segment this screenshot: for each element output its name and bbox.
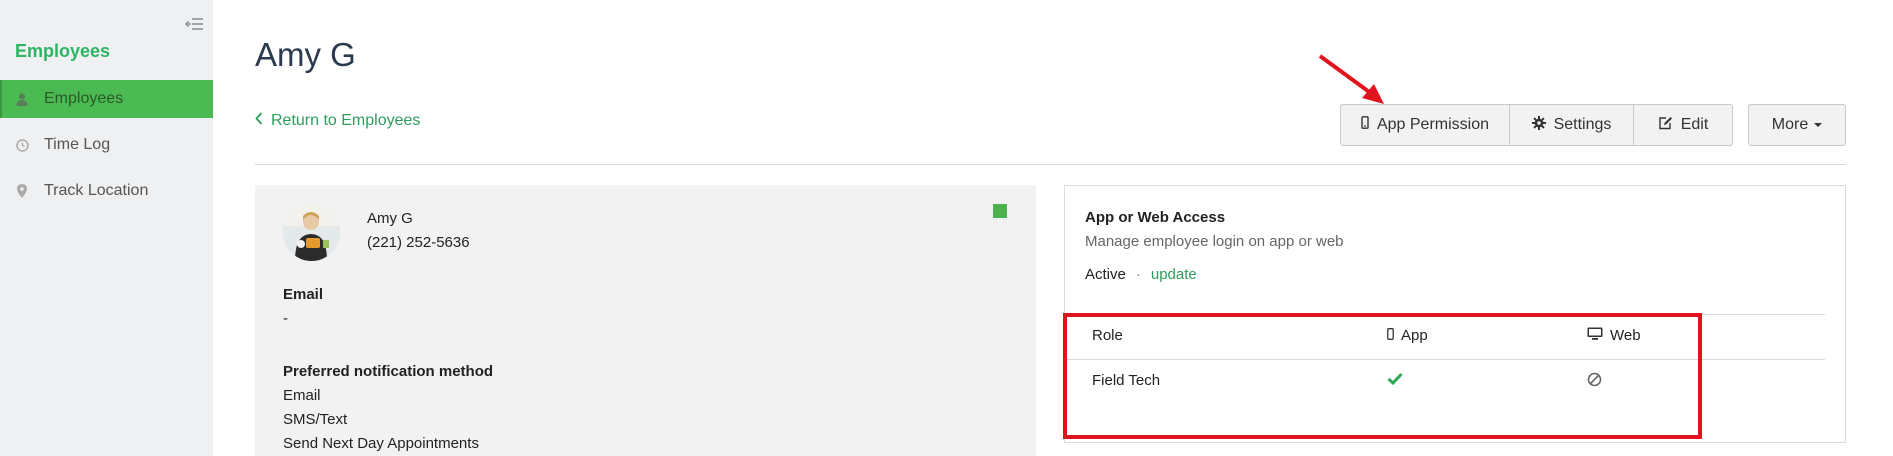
caret-down-icon [1814, 123, 1823, 127]
settings-label: Settings [1553, 116, 1612, 133]
email-label: Email [283, 286, 324, 303]
sidebar-item-time-log[interactable]: Time Log [0, 126, 213, 164]
edit-label: Edit [1680, 116, 1709, 133]
return-to-employees-link[interactable]: Return to Employees [255, 112, 420, 130]
access-status: Active [1085, 266, 1126, 283]
settings-button[interactable]: Settings [1510, 105, 1634, 145]
notification-method-item: Email [283, 387, 321, 404]
back-link-label: Return to Employees [271, 112, 421, 129]
sidebar-item-label: Time Log [44, 136, 111, 153]
more-dropdown-button[interactable]: More [1748, 104, 1846, 146]
access-subtitle: Manage employee login on app or web [1085, 233, 1344, 250]
collapse-sidebar-icon[interactable] [183, 14, 205, 34]
employee-profile-card: Amy G (221) 252-5636 Email - Preferred n… [255, 185, 1036, 456]
annotation-arrow-icon [1318, 54, 1384, 104]
email-value: - [283, 310, 288, 327]
status-indicator [993, 204, 1007, 218]
page-title: Amy G [255, 36, 356, 73]
employee-name: Amy G [367, 210, 413, 227]
notification-method-item: Send Next Day Appointments [283, 435, 479, 452]
mobile-icon [1361, 116, 1369, 134]
notification-method-item: SMS/Text [283, 411, 348, 428]
clock-icon [14, 138, 30, 152]
sidebar-title: Employees [15, 41, 111, 61]
access-status-line: Active · update [1085, 266, 1197, 283]
sidebar-item-label: Employees [44, 90, 124, 107]
action-button-group: App Permission Settings Edit [1340, 104, 1733, 146]
sidebar-item-label: Track Location [44, 182, 149, 199]
update-link[interactable]: update [1151, 266, 1197, 283]
edit-button[interactable]: Edit [1634, 105, 1732, 145]
employee-phone: (221) 252-5636 [367, 234, 470, 251]
sidebar-item-employees[interactable]: Employees [0, 80, 213, 118]
notification-label: Preferred notification method [283, 363, 494, 380]
access-title: App or Web Access [1085, 209, 1226, 226]
chevron-left-icon [255, 112, 263, 130]
edit-icon [1658, 116, 1673, 135]
user-icon [14, 93, 30, 106]
avatar [283, 204, 340, 261]
divider [255, 164, 1846, 165]
sidebar-item-track-location[interactable]: Track Location [0, 172, 213, 210]
sidebar: Employees Employees Time Log Track Locat… [0, 0, 213, 456]
gear-icon [1531, 115, 1546, 135]
app-permission-label: App Permission [1376, 116, 1490, 133]
more-label: More [1771, 116, 1809, 133]
separator: · [1135, 266, 1141, 283]
annotation-highlight-box [1063, 313, 1702, 439]
map-pin-icon [14, 184, 30, 198]
